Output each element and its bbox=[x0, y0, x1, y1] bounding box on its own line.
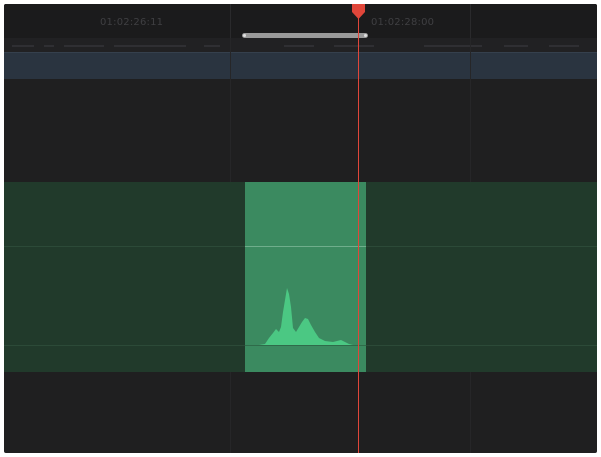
scrollbar-right-handle[interactable] bbox=[364, 34, 367, 37]
marker-segment bbox=[424, 45, 482, 47]
marker-segment bbox=[44, 45, 54, 47]
marker-segment bbox=[204, 45, 220, 47]
timeline-panel: 01:02:26:11 01:02:28:00 bbox=[4, 4, 597, 453]
marker-segment bbox=[504, 45, 528, 47]
ruler-tick bbox=[230, 4, 231, 38]
marker-segment bbox=[64, 45, 104, 47]
marker-strip bbox=[4, 38, 597, 52]
audio-waveform bbox=[259, 288, 353, 345]
marker-segment bbox=[549, 45, 579, 47]
video-track[interactable] bbox=[4, 52, 597, 80]
ruler-tick bbox=[470, 4, 471, 38]
scrollbar-left-handle[interactable] bbox=[243, 34, 246, 37]
empty-track-area bbox=[4, 79, 597, 182]
playhead-marker-icon[interactable] bbox=[351, 4, 366, 20]
marker-segment bbox=[284, 45, 314, 47]
marker-segment bbox=[114, 45, 186, 47]
timecode-label: 01:02:28:00 bbox=[371, 17, 435, 28]
marker-segment bbox=[12, 45, 34, 47]
timecode-label: 01:02:26:11 bbox=[100, 17, 164, 28]
marker-segment bbox=[334, 45, 374, 47]
timecode-ruler[interactable]: 01:02:26:11 01:02:28:00 bbox=[4, 4, 597, 38]
playhead-line[interactable] bbox=[358, 4, 359, 453]
